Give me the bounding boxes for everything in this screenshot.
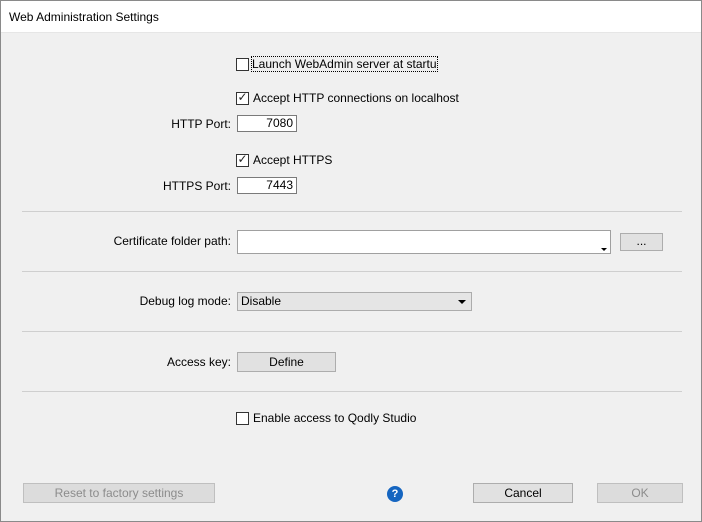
settings-dialog: Web Administration Settings Launch WebAd… bbox=[0, 0, 702, 522]
debug-log-mode-label: Debug log mode: bbox=[139, 294, 231, 308]
help-icon[interactable]: ? bbox=[387, 486, 403, 502]
launch-at-startup-checkbox[interactable] bbox=[236, 58, 249, 71]
separator bbox=[22, 211, 682, 212]
define-access-key-button[interactable]: Define bbox=[237, 352, 336, 372]
https-port-input[interactable]: 7443 bbox=[237, 177, 297, 194]
title-bar: Web Administration Settings bbox=[1, 1, 701, 33]
launch-at-startup-label[interactable]: Launch WebAdmin server at startu bbox=[251, 56, 438, 72]
checkmark-icon: ✓ bbox=[237, 90, 248, 104]
enable-qodly-checkbox[interactable] bbox=[236, 412, 249, 425]
accept-http-label[interactable]: Accept HTTP connections on localhost bbox=[253, 91, 459, 105]
debug-log-mode-value: Disable bbox=[241, 294, 282, 308]
debug-log-mode-select[interactable]: Disable bbox=[237, 292, 472, 311]
cancel-button[interactable]: Cancel bbox=[473, 483, 573, 503]
access-key-label: Access key: bbox=[166, 355, 231, 369]
checkmark-icon: ✓ bbox=[237, 152, 248, 166]
enable-qodly-label[interactable]: Enable access to Qodly Studio bbox=[253, 411, 416, 425]
certificate-path-label: Certificate folder path: bbox=[113, 234, 231, 248]
dropdown-arrow-icon bbox=[601, 248, 607, 251]
dialog-title: Web Administration Settings bbox=[9, 10, 159, 24]
accept-http-checkbox[interactable]: ✓ bbox=[236, 90, 249, 105]
separator bbox=[22, 271, 682, 272]
separator bbox=[22, 391, 682, 392]
http-port-label: HTTP Port: bbox=[171, 117, 231, 131]
reset-factory-settings-button[interactable]: Reset to factory settings bbox=[23, 483, 215, 503]
https-port-label: HTTPS Port: bbox=[162, 179, 231, 193]
certificate-path-combo[interactable] bbox=[237, 230, 611, 254]
browse-button[interactable]: ... bbox=[620, 233, 663, 251]
http-port-input[interactable]: 7080 bbox=[237, 115, 297, 132]
separator bbox=[22, 331, 682, 332]
chevron-down-icon bbox=[458, 300, 466, 304]
accept-https-checkbox[interactable]: ✓ bbox=[236, 152, 249, 167]
accept-https-label[interactable]: Accept HTTPS bbox=[253, 153, 332, 167]
ok-button[interactable]: OK bbox=[597, 483, 683, 503]
